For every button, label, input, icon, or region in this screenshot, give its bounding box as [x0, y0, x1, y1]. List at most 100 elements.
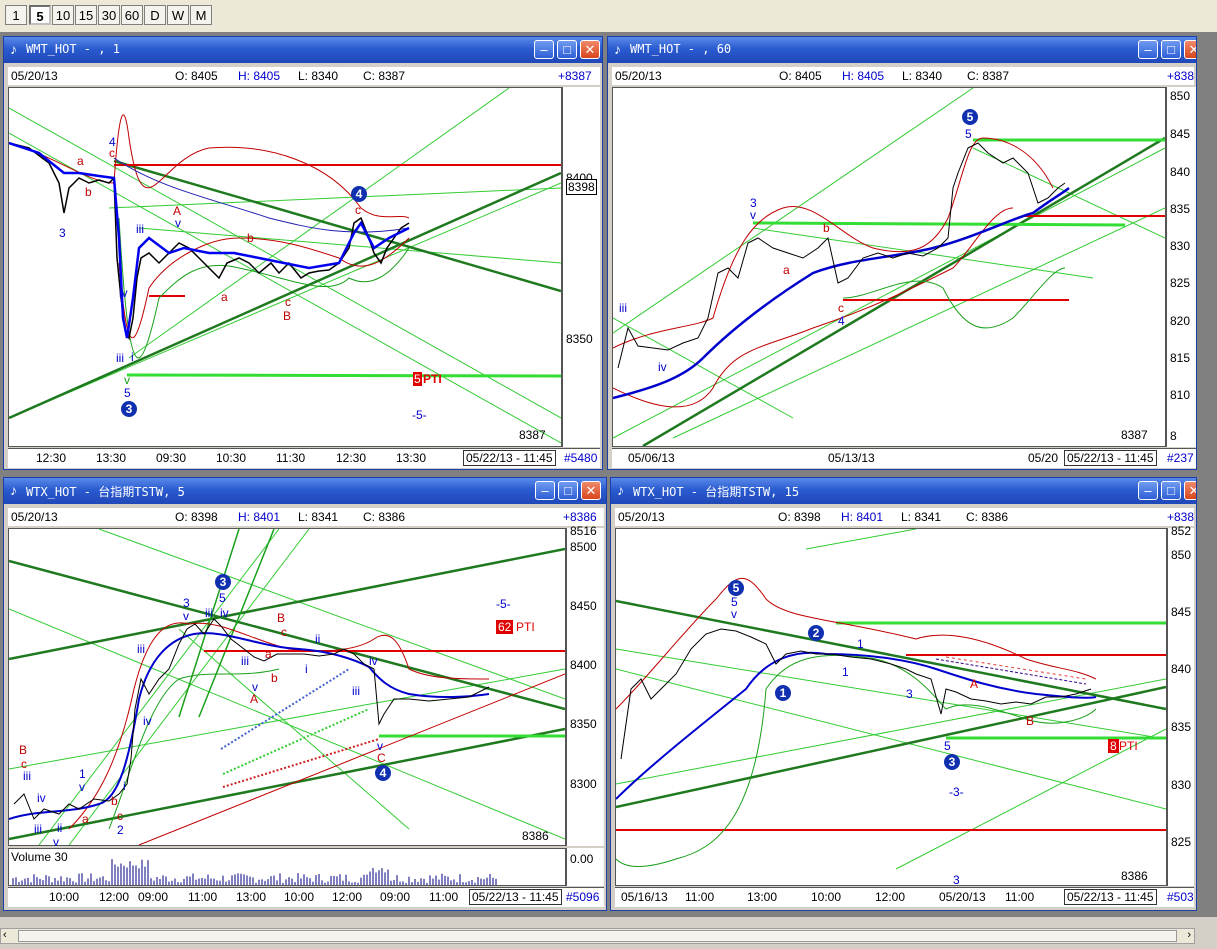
info-high: H: 8401	[238, 510, 281, 524]
minimize-button[interactable]: –	[1138, 481, 1158, 500]
interval-30-button[interactable]: 30	[98, 5, 120, 25]
window-titlebar[interactable]: ♪ WMT_HOT - , 1 – □ ✕	[4, 37, 602, 63]
wave-circle-3: 3	[215, 574, 231, 590]
wave-label: 1	[842, 665, 849, 679]
minimize-button[interactable]: –	[1138, 40, 1158, 59]
wave-circle-4: 4	[375, 765, 391, 781]
close-button[interactable]: ✕	[1184, 481, 1196, 500]
maximize-button[interactable]: □	[1161, 40, 1181, 59]
interval-monthly-button[interactable]: M	[190, 5, 212, 25]
y-tick: 850	[1170, 89, 1191, 103]
price-plot[interactable]: B c iii iv iii ii a 1 v v c 2 b i iii iv…	[8, 528, 566, 849]
wave-label: iv	[143, 714, 152, 728]
chart-window-wmt-60min[interactable]: ♪ WMT_HOT - , 60 – □ ✕ 05/20/13 O: 8405 …	[607, 36, 1197, 470]
svg-text:4: 4	[380, 766, 387, 780]
price-plot[interactable]: 4 c a b 3 A iii v b c B a iv iii i v 5 c…	[8, 87, 562, 447]
wave-label: iii	[136, 222, 144, 236]
y-tick: 845	[1170, 127, 1191, 141]
pti-number: 8	[1108, 739, 1119, 753]
window-title: WMT_HOT - , 1	[26, 42, 120, 56]
pti-label: PTI	[423, 372, 442, 386]
x-tick: 10:00	[284, 890, 315, 904]
x-range-date: 05/22/13 - 11:45	[463, 450, 556, 466]
ohlc-info-bar: 05/20/13 O: 8398 H: 8401 L: 8341 C: 8386…	[8, 508, 604, 526]
scroll-left-icon[interactable]: ‹	[3, 929, 7, 941]
wave-circle-5: 5	[962, 109, 978, 125]
info-open: O: 8398	[778, 510, 821, 524]
interval-weekly-button[interactable]: W	[167, 5, 189, 25]
chart-icon: ♪	[10, 482, 17, 498]
wave-label: b	[85, 185, 92, 199]
y-tick: 815	[1170, 351, 1191, 365]
maximize-button[interactable]: □	[558, 481, 578, 500]
close-button[interactable]: ✕	[581, 481, 601, 500]
wave-label: a	[783, 263, 790, 277]
interval-10-button[interactable]: 10	[52, 5, 74, 25]
horizontal-scrollbar[interactable]: ‹ ›	[0, 928, 1195, 944]
info-open: O: 8405	[175, 69, 218, 83]
wave-label: iv	[369, 654, 378, 668]
y-tick: 830	[1170, 239, 1191, 253]
maximize-button[interactable]: □	[1161, 481, 1181, 500]
info-high: H: 8401	[841, 510, 884, 524]
interval-15-button[interactable]: 15	[75, 5, 97, 25]
info-date: 05/20/13	[11, 69, 58, 83]
wave-label: B	[283, 309, 292, 323]
scrollbar-thumb[interactable]	[18, 930, 1177, 942]
y-tick-current: 8398	[566, 179, 597, 195]
info-date: 05/20/13	[11, 510, 58, 524]
interval-1-button[interactable]: 1	[5, 5, 27, 25]
wave-label: iv	[37, 791, 46, 805]
x-tick: 09:00	[380, 890, 411, 904]
y-tick: 840	[1171, 662, 1192, 676]
chart-window-wtx-5min[interactable]: ♪ WTX_HOT - 台指期TSTW, 5 – □ ✕ 05/20/13 O:…	[3, 477, 607, 911]
wave-label: ii	[315, 632, 321, 646]
wave-label: iii	[23, 769, 31, 783]
wave-label: 1	[79, 767, 86, 781]
x-axis: 05/16/13 11:00 13:00 10:00 12:00 05/20/1…	[615, 887, 1194, 907]
close-button[interactable]: ✕	[1184, 40, 1196, 59]
wave-note: -5-	[412, 408, 427, 422]
x-tick: 13:30	[96, 451, 127, 465]
x-axis: 10:00 12:00 09:00 11:00 13:00 10:00 12:0…	[8, 887, 604, 907]
minimize-button[interactable]: –	[534, 40, 554, 59]
y-tick: 0.00	[570, 852, 594, 866]
volume-plot[interactable]: Volume 30	[8, 848, 566, 886]
chart-icon: ♪	[614, 41, 621, 57]
y-tick: 8300	[570, 777, 597, 791]
wave-circle-1: 1	[775, 685, 791, 701]
window-titlebar[interactable]: ♪ WMT_HOT - , 60 – □ ✕	[608, 37, 1196, 63]
bar-count: #237	[1167, 451, 1194, 465]
interval-60-button[interactable]: 60	[121, 5, 143, 25]
window-titlebar[interactable]: ♪ WTX_HOT - 台指期TSTW, 15 – □ ✕	[611, 478, 1196, 504]
x-tick: 05/20	[1028, 451, 1059, 465]
info-date: 05/20/13	[615, 69, 662, 83]
wave-label: 5	[944, 739, 951, 753]
wave-label: v	[750, 208, 756, 222]
chart-window-wtx-15min[interactable]: ♪ WTX_HOT - 台指期TSTW, 15 – □ ✕ 05/20/13 O…	[610, 477, 1197, 911]
svg-text:1: 1	[780, 686, 787, 700]
close-button[interactable]: ✕	[580, 40, 600, 59]
interval-5-button[interactable]: 5	[29, 5, 51, 25]
y-tick: 8350	[570, 717, 597, 731]
info-close: C: 8387	[363, 69, 406, 83]
window-titlebar[interactable]: ♪ WTX_HOT - 台指期TSTW, 5 – □ ✕	[4, 478, 606, 504]
x-tick: 13:00	[236, 890, 267, 904]
x-tick: 12:00	[332, 890, 363, 904]
info-low: L: 8341	[901, 510, 942, 524]
price-plot[interactable]: 5 v 1 1 3 A B 5 5 2 1 3 8 PTI -3- 3 8386	[615, 528, 1167, 887]
wave-circle-3: 3	[121, 401, 137, 417]
x-tick: 05/06/13	[628, 451, 675, 465]
x-range-date: 05/22/13 - 11:45	[1064, 889, 1157, 905]
price-plot[interactable]: 3 v b a iii iv c 4 5 5 8387	[612, 87, 1166, 447]
chart-window-wmt-1min[interactable]: ♪ WMT_HOT - , 1 – □ ✕ 05/20/13 O: 8405 H…	[3, 36, 603, 470]
x-tick: 12:00	[99, 890, 130, 904]
y-tick: 852	[1171, 524, 1192, 538]
minimize-button[interactable]: –	[535, 481, 555, 500]
info-low: L: 8341	[298, 510, 339, 524]
maximize-button[interactable]: □	[557, 40, 577, 59]
price-plot-svg	[9, 88, 561, 444]
interval-daily-button[interactable]: D	[144, 5, 166, 25]
scroll-right-icon[interactable]: ›	[1187, 929, 1191, 941]
wave-label: c	[109, 146, 115, 160]
